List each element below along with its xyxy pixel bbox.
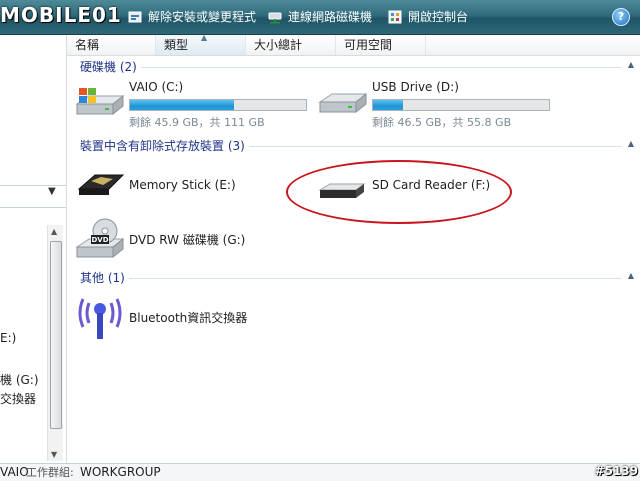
nav-item-dvd-drive[interactable]: 機 (G:) [0,371,39,388]
column-header-name[interactable]: 名稱 [67,35,156,55]
column-header-free-space[interactable]: 可用空間 [336,35,426,55]
usb-drive-icon [318,80,368,123]
workgroup-label: 工作群組: [26,466,74,479]
memory-stick-icon [75,167,125,206]
scroll-up-icon[interactable]: ▲ [51,227,57,236]
drive-usage-bar [372,99,550,111]
watermark-logo: MOBILE01 [0,3,122,27]
navigation-pane: ▼ E:) 機 (G:) 交換器 ▲ ▼ [0,35,67,463]
drive-name: DVD RW 磁碟機 (G:) [129,233,246,247]
open-control-panel-button[interactable]: 開啟控制台 [388,8,468,26]
drive-free-space: 剩餘 45.9 GB，共 111 GB [129,116,265,129]
drive-usb-d[interactable]: USB Drive (D:) 剩餘 46.5 GB，共 55.8 GB [318,80,558,130]
uninstall-program-label: 解除安裝或變更程式 [148,10,257,24]
sort-ascending-icon: ▲ [201,33,208,42]
scroll-down-icon[interactable]: ▼ [51,450,57,459]
nav-divider [0,207,66,208]
collapse-group-icon[interactable]: ▲ [628,271,634,280]
column-header-row: 名稱 類型 ▲ 大小總計 可用空間 [67,33,640,56]
windows-drive-icon [75,80,125,123]
workgroup-value: WORKGROUP [80,465,161,479]
drive-name: Memory Stick (E:) [129,178,236,192]
nav-item-memory-stick[interactable]: E:) [0,331,16,345]
collapse-group-icon[interactable]: ▲ [628,139,634,148]
uninstall-program-button[interactable]: 解除安裝或變更程式 [128,8,256,26]
control-panel-icon [388,10,402,24]
group-title: 裝置中含有卸除式存放裝置 (3) [80,137,249,155]
collapse-group-icon[interactable]: ▲ [628,60,634,69]
bluetooth-icon [75,293,125,346]
group-divider [80,67,622,68]
drive-usage-bar [129,99,307,111]
computer-content-pane: 名稱 類型 ▲ 大小總計 可用空間 硬碟機 (2) ▲ VAIO (C:) 剩餘… [67,33,640,463]
photo-id-watermark: #5139 [594,464,638,478]
drive-usage-fill [373,100,403,110]
group-header-removable[interactable]: 裝置中含有卸除式存放裝置 (3) ▲ [67,137,640,155]
drive-dvd-rw-g[interactable]: DVD DVD RW 磁碟機 (G:) [75,217,295,261]
uninstall-icon [128,10,142,24]
group-header-other[interactable]: 其他 (1) ▲ [67,269,640,287]
drive-name: VAIO (C:) [129,80,184,94]
help-icon[interactable]: ? [612,8,630,26]
column-header-total-size[interactable]: 大小總計 [246,35,336,55]
computer-name: VAIO [0,465,29,479]
annotation-ellipse [286,160,512,224]
group-title: 其他 (1) [80,269,129,287]
map-network-drive-button[interactable]: 連線網路磁碟機 [268,8,372,26]
status-bar: VAIO 工作群組: WORKGROUP [0,463,640,481]
drive-name: Bluetooth資訊交換器 [129,311,248,325]
group-title: 硬碟機 (2) [80,58,141,76]
drive-memory-stick-e[interactable]: Memory Stick (E:) [75,167,275,207]
drive-vaio-c[interactable]: VAIO (C:) 剩餘 45.9 GB，共 111 GB [75,80,315,130]
drive-free-space: 剩餘 46.5 GB，共 55.8 GB [372,116,512,129]
dvd-drive-icon: DVD [75,217,125,264]
map-network-drive-label: 連線網路磁碟機 [288,10,373,24]
drive-name: USB Drive (D:) [372,80,459,94]
command-toolbar: MOBILE01 解除安裝或變更程式 連線網路磁碟機 開啟控制台 ? [0,0,640,35]
open-control-panel-label: 開啟控制台 [408,10,469,24]
group-divider [80,278,622,279]
drive-usage-fill [130,100,234,110]
device-bluetooth-exchange[interactable]: Bluetooth資訊交換器 [75,293,295,343]
group-header-hard-drives[interactable]: 硬碟機 (2) ▲ [67,58,640,76]
scrollbar-thumb[interactable] [50,241,62,429]
folders-chevron-down-icon[interactable]: ▼ [48,186,56,197]
nav-scrollbar[interactable]: ▲ ▼ [47,225,63,461]
svg-text:DVD: DVD [91,236,108,244]
nav-divider [0,185,66,186]
nav-item-bluetooth[interactable]: 交換器 [0,390,36,407]
network-drive-icon [268,10,282,24]
